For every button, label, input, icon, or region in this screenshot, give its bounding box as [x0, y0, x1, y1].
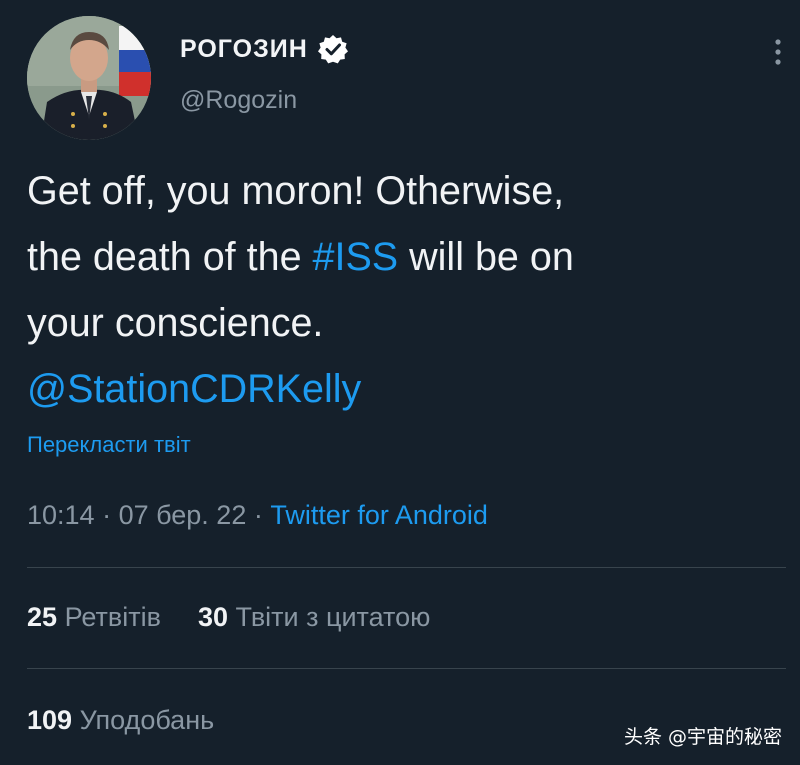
likes-count: 109	[27, 705, 73, 735]
quotes-count: 30	[197, 602, 228, 632]
hashtag-link[interactable]: #ISS	[313, 235, 399, 279]
tweet-text-line: the death of the #ISS will be on	[27, 224, 787, 290]
author-name-row[interactable]: РОГОЗИН	[180, 34, 348, 64]
retweets-stat[interactable]: 25 Ретвітів	[27, 602, 161, 632]
tweet-time[interactable]: 10:14	[27, 500, 95, 530]
retweets-count: 25	[27, 602, 58, 632]
divider	[27, 567, 786, 568]
mention-link[interactable]: @StationCDRKelly	[27, 367, 361, 411]
profile-photo	[27, 16, 151, 140]
tweet-text-line: @StationCDRKelly	[27, 356, 787, 422]
tweet-text-segment: will be on	[398, 235, 574, 279]
more-options-icon[interactable]	[771, 38, 785, 66]
avatar[interactable]	[27, 16, 151, 140]
tweet-source-link[interactable]: Twitter for Android	[270, 500, 488, 530]
meta-separator: ·	[246, 500, 271, 530]
quotes-stat[interactable]: 30 Твіти з цитатою	[198, 602, 430, 632]
tweet-date[interactable]: 07 бер. 22	[119, 500, 247, 530]
likes-label: Уподобань	[79, 705, 215, 735]
tweet-text: Get off, you moron! Otherwise, the death…	[27, 158, 787, 422]
retweets-label: Ретвітів	[64, 602, 161, 632]
divider	[27, 668, 786, 669]
verified-badge-icon	[317, 34, 348, 64]
author-display-name[interactable]: РОГОЗИН	[180, 35, 308, 64]
meta-separator: ·	[94, 500, 119, 530]
translate-tweet-link[interactable]: Перекласти твіт	[27, 432, 191, 458]
quotes-label: Твіти з цитатою	[235, 602, 431, 632]
likes-stat[interactable]: 109 Уподобань	[27, 705, 214, 735]
tweet-text-segment: the death of the	[27, 235, 313, 279]
tweet-meta: 10:14 · 07 бер. 22 · Twitter for Android	[27, 500, 488, 531]
watermark: 头条 @宇宙的秘密	[623, 726, 782, 748]
author-handle[interactable]: @Rogozin	[180, 86, 297, 115]
engagement-row: 25 Ретвітів 30 Твіти з цитатою	[27, 602, 430, 633]
tweet-text-line: Get off, you moron! Otherwise,	[27, 169, 565, 213]
tweet-text-line: your conscience.	[27, 301, 324, 345]
likes-row: 109 Уподобань	[27, 705, 214, 736]
